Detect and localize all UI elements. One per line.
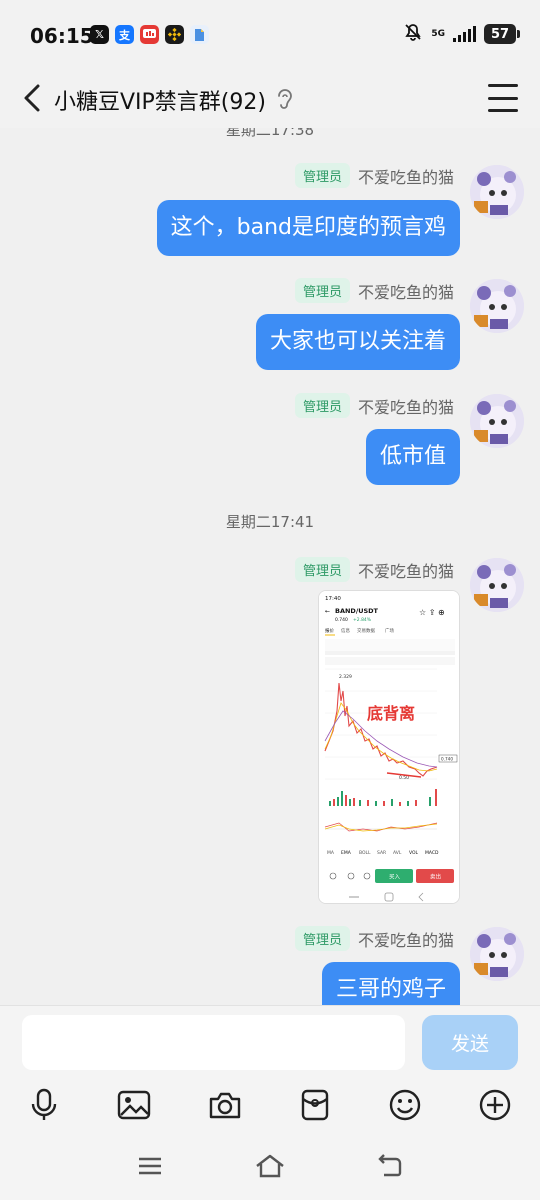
screenshot-indicator: SAR <box>377 850 386 856</box>
screenshot-indicator: MA <box>327 850 335 856</box>
emoji-button[interactable] <box>385 1085 425 1125</box>
admin-badge: 管理员 <box>294 278 350 303</box>
chat-messages[interactable]: 星期二17:38 管理员 不爱吃鱼的猫 这个，band是印度的预言鸡 管理员 不… <box>0 128 540 1005</box>
screenshot-sell: 卖出 <box>430 873 441 881</box>
screenshot-indicator: MACD <box>425 850 439 856</box>
sender-name[interactable]: 不爱吃鱼的猫 <box>358 394 454 418</box>
network-type: 5G <box>431 28 445 39</box>
admin-badge: 管理员 <box>294 163 350 188</box>
sender-name[interactable]: 不爱吃鱼的猫 <box>358 558 454 582</box>
sender-name[interactable]: 不爱吃鱼的猫 <box>358 927 454 951</box>
home-icon <box>256 1154 284 1178</box>
battery-icon: 57 <box>484 24 520 44</box>
camera-button[interactable] <box>205 1085 245 1125</box>
screenshot-change: +2.84% <box>353 617 372 623</box>
message-header: 管理员 不爱吃鱼的猫 <box>294 557 454 582</box>
menu-line <box>488 96 518 100</box>
screenshot-annotation: 底背离 <box>367 704 415 723</box>
message-header: 管理员 不爱吃鱼的猫 <box>294 393 454 418</box>
voice-button[interactable] <box>24 1085 64 1125</box>
screenshot-pair: BAND/USDT <box>335 607 379 615</box>
system-nav-bar <box>0 1135 540 1200</box>
message-bubble[interactable]: 低市值 <box>365 429 460 485</box>
svg-text:←: ← <box>325 608 330 615</box>
binance-icon <box>165 25 184 44</box>
back-nav-button[interactable] <box>370 1149 410 1183</box>
news-app-icon <box>140 25 159 44</box>
mute-icon <box>403 22 423 46</box>
screenshot-tab: 广场 <box>385 627 394 634</box>
red-packet-icon <box>301 1089 329 1121</box>
screenshot-tab: 信息 <box>341 627 350 634</box>
message-bubble[interactable]: 三哥的鸡子 <box>321 962 460 1005</box>
message-header: 管理员 不爱吃鱼的猫 <box>294 163 454 188</box>
plus-circle-icon <box>479 1089 511 1121</box>
menu-line <box>488 109 518 112</box>
screenshot-indicator: BOLL <box>359 850 371 856</box>
avatar[interactable] <box>470 394 524 448</box>
battery-level: 57 <box>490 26 510 42</box>
home-button[interactable] <box>250 1149 290 1183</box>
red-packet-button[interactable] <box>295 1085 335 1125</box>
avatar[interactable] <box>470 927 524 981</box>
notification-icons: 𝕏 支 <box>90 25 209 44</box>
admin-badge: 管理员 <box>294 557 350 582</box>
more-button[interactable] <box>475 1085 515 1125</box>
screenshot-indicator: AVL <box>393 850 402 856</box>
smile-icon <box>389 1089 421 1121</box>
menu-icon <box>139 1157 161 1175</box>
signal-icon <box>453 26 476 42</box>
chat-toolbar <box>0 1077 540 1135</box>
camera-icon <box>209 1092 241 1119</box>
image-message[interactable]: 17:40 ← BAND/USDT 0.740 +2.84% ☆ ⇪ ⊕ 报价 … <box>318 590 460 904</box>
avatar[interactable] <box>470 279 524 333</box>
input-bar: 发送 <box>0 1005 540 1077</box>
sender-name[interactable]: 不爱吃鱼的猫 <box>358 164 454 188</box>
microphone-icon <box>31 1088 57 1120</box>
message-header: 管理员 不爱吃鱼的猫 <box>294 926 454 951</box>
x-app-icon: 𝕏 <box>90 25 109 44</box>
files-app-icon <box>190 25 209 44</box>
avatar[interactable] <box>470 558 524 612</box>
sender-name[interactable]: 不爱吃鱼的猫 <box>358 279 454 303</box>
status-bar: 06:15 𝕏 支 5G 57 <box>0 0 540 70</box>
admin-badge: 管理员 <box>294 393 350 418</box>
ear-icon <box>278 89 292 109</box>
admin-badge: 管理员 <box>294 926 350 951</box>
timestamp: 星期二17:38 <box>225 128 315 139</box>
screenshot-indicator: VOL <box>409 850 419 856</box>
send-button[interactable]: 发送 <box>422 1015 518 1070</box>
status-time: 06:15 <box>30 24 94 48</box>
screenshot-time: 17:40 <box>325 596 341 602</box>
back-arrow-icon <box>378 1154 402 1177</box>
avatar[interactable] <box>470 165 524 219</box>
status-indicators: 5G 57 <box>403 22 520 46</box>
menu-line <box>488 84 518 87</box>
screenshot-price: 0.740 <box>335 617 348 623</box>
recents-button[interactable] <box>130 1149 170 1183</box>
svg-text:☆ ⇪ ⊕: ☆ ⇪ ⊕ <box>419 608 445 617</box>
screenshot-tab: 报价 <box>325 627 334 634</box>
back-button[interactable] <box>14 80 50 116</box>
screenshot-high: 2.329 <box>339 674 352 680</box>
message-bubble[interactable]: 这个，band是印度的预言鸡 <box>156 200 460 256</box>
image-icon <box>117 1090 151 1120</box>
message-bubble[interactable]: 大家也可以关注着 <box>255 314 460 370</box>
screenshot-price-tag: 0.740 <box>441 757 453 762</box>
group-title[interactable]: 小糖豆VIP禁言群(92) <box>54 84 266 116</box>
gallery-button[interactable] <box>114 1085 154 1125</box>
screenshot-buy: 买入 <box>389 873 401 881</box>
chat-header: 小糖豆VIP禁言群(92) <box>0 70 540 128</box>
screenshot-indicator: EMA <box>341 850 352 856</box>
timestamp: 星期二17:41 <box>225 513 315 531</box>
alipay-icon: 支 <box>115 25 134 44</box>
screenshot-tab: 交易数据 <box>357 627 375 634</box>
message-header: 管理员 不爱吃鱼的猫 <box>294 278 454 303</box>
chevron-left-icon <box>24 84 40 112</box>
menu-button[interactable] <box>488 84 518 112</box>
message-input[interactable] <box>22 1015 405 1070</box>
